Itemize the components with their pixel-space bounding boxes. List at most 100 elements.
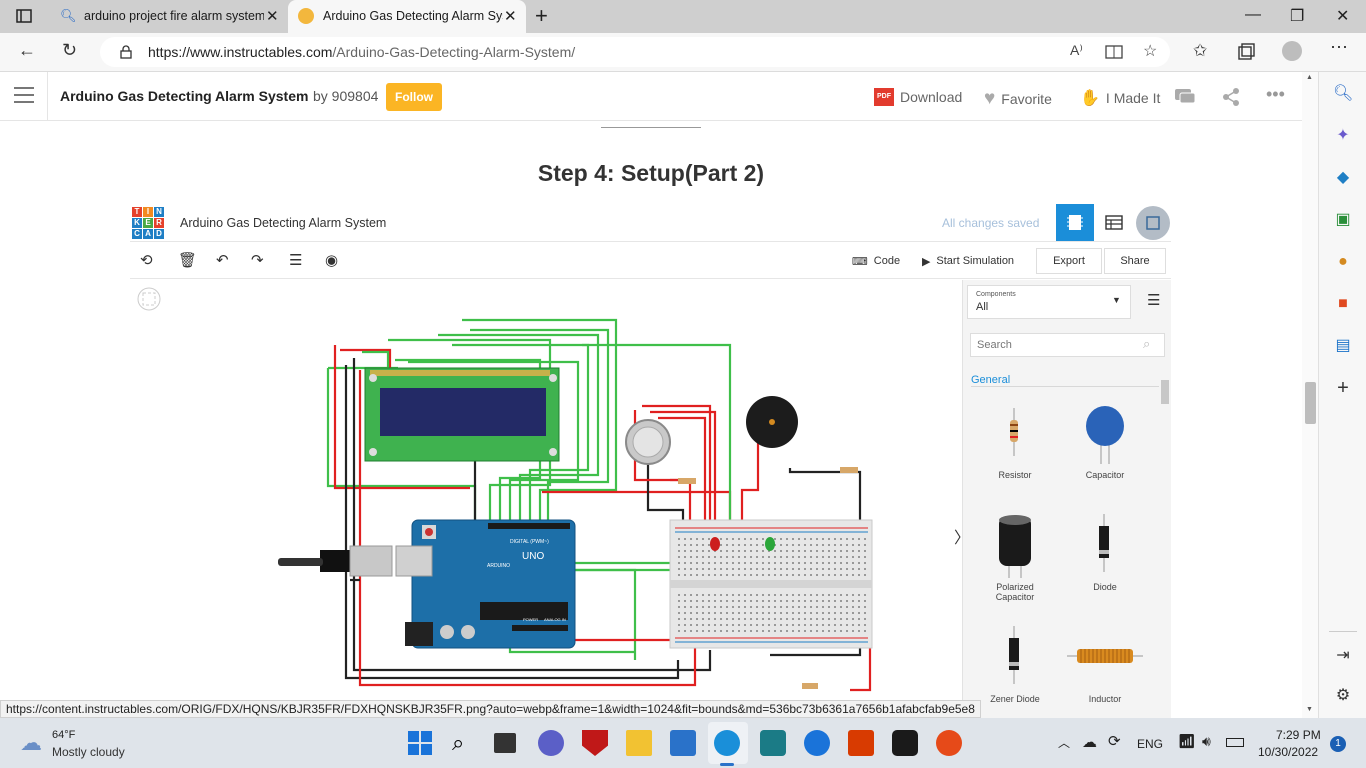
restore-button[interactable]: ❐ <box>1290 6 1304 26</box>
office-icon[interactable] <box>848 730 874 756</box>
author-byline[interactable]: by 909804 <box>313 88 378 104</box>
share-button[interactable]: Share <box>1104 248 1166 274</box>
tools-icon[interactable]: ▣ <box>1333 210 1353 230</box>
language-indicator[interactable]: ENG <box>1137 737 1163 751</box>
temperature[interactable]: 64°F <box>52 729 75 741</box>
panel-scrollbar[interactable] <box>1161 380 1169 404</box>
app-icon[interactable] <box>760 730 786 756</box>
teams-chat-icon[interactable] <box>538 730 564 756</box>
notification-badge[interactable]: 1 <box>1330 736 1346 752</box>
more-options-icon[interactable]: ••• <box>1266 84 1285 105</box>
windows-start-icon[interactable] <box>407 730 433 756</box>
add-icon[interactable]: + <box>1333 378 1353 398</box>
redo-icon[interactable]: ↷ <box>251 251 264 269</box>
hide-sidebar-icon[interactable]: ⇥ <box>1333 646 1353 666</box>
settings-icon[interactable]: ⚙ <box>1333 686 1353 706</box>
page-scrollbar[interactable]: ▲ ▼ <box>1302 72 1318 718</box>
edge-browser-icon[interactable] <box>714 730 740 756</box>
components-list-icon[interactable] <box>1105 215 1123 230</box>
onedrive-icon[interactable]: ☁ <box>1082 733 1097 751</box>
clock-date[interactable]: 10/30/2022 <box>1258 745 1318 759</box>
url-box[interactable]: https://www.instructables.com/Arduino-Ga… <box>100 37 1170 67</box>
chevron-up-icon[interactable]: ︿ <box>1058 734 1070 751</box>
firefox-icon[interactable] <box>936 730 962 756</box>
battery-icon[interactable] <box>1226 738 1244 747</box>
new-tab-button[interactable]: + <box>535 3 548 29</box>
close-tab-icon[interactable]: ✕ <box>266 7 279 25</box>
part-zener-diode[interactable]: Zener Diode <box>983 626 1047 712</box>
undo-icon[interactable]: ↶ <box>216 251 229 269</box>
scroll-thumb[interactable] <box>1305 382 1316 424</box>
shopping-icon[interactable]: ◆ <box>1333 168 1353 188</box>
export-button[interactable]: Export <box>1036 248 1102 274</box>
tab-actions-icon[interactable] <box>16 9 32 23</box>
rotate-icon[interactable]: ⟲ <box>140 251 153 269</box>
file-explorer-icon[interactable] <box>626 730 652 756</box>
i-made-it-button[interactable]: ✋ I Made It <box>1080 88 1160 108</box>
part-resistor[interactable]: Resistor <box>983 402 1047 488</box>
tab-active[interactable]: Arduino Gas Detecting Alarm Sys ✕ <box>288 0 526 33</box>
user-avatar[interactable] <box>1136 206 1170 240</box>
part-inductor[interactable]: Inductor <box>1067 626 1143 712</box>
tips-icon[interactable] <box>804 730 830 756</box>
url-host: https://www.instructables.com <box>148 44 333 60</box>
collections-icon[interactable] <box>1237 43 1255 61</box>
search-icon[interactable]: ⌕ <box>452 730 478 756</box>
comments-icon[interactable] <box>1174 88 1196 106</box>
part-capacitor[interactable]: Capacitor <box>1073 402 1137 488</box>
start-simulation-button[interactable]: ▶ Start Simulation <box>912 248 1024 274</box>
circuit-view-button[interactable] <box>1056 204 1094 241</box>
clock-time[interactable]: 7:29 PM <box>1276 728 1321 742</box>
tinkercad-header: TIN KER CAD Arduino Gas Detecting Alarm … <box>130 202 1171 242</box>
sync-icon[interactable]: ⟳ <box>1108 732 1121 750</box>
weather-text[interactable]: Mostly cloudy <box>52 745 125 759</box>
favorite-button[interactable]: ♥ Favorite <box>984 88 1052 110</box>
step-title: Step 4: Setup(Part 2) <box>537 160 765 186</box>
mcafee-icon[interactable] <box>582 730 608 756</box>
search-field[interactable]: Search ⌕ <box>970 333 1165 357</box>
close-window-button[interactable]: ✕ <box>1336 6 1349 26</box>
circuit-canvas[interactable]: UNO ARDUINO DIGITAL (PWM~) POWER ANALOG … <box>130 280 970 718</box>
wifi-icon[interactable]: 📶︎ <box>1178 733 1196 750</box>
share-icon[interactable] <box>1222 88 1240 106</box>
project-title[interactable]: Arduino Gas Detecting Alarm System <box>60 88 308 104</box>
outlook-icon[interactable]: ▤ <box>1333 336 1353 356</box>
polarized-capacitor-icon <box>999 515 1031 578</box>
follow-button[interactable]: Follow <box>386 83 442 111</box>
back-icon[interactable]: ← <box>18 40 36 61</box>
task-view-icon[interactable] <box>494 733 516 753</box>
visibility-icon[interactable]: ◉ <box>325 251 338 269</box>
general-category[interactable]: General <box>971 374 1010 386</box>
list-view-icon[interactable]: ☰ <box>1147 291 1160 309</box>
minimize-button[interactable]: — <box>1245 6 1261 24</box>
add-favorite-icon[interactable]: ☆ <box>1143 41 1157 61</box>
part-diode[interactable]: Diode <box>1073 514 1137 600</box>
weather-icon[interactable]: ☁ <box>20 730 42 756</box>
close-tab-icon[interactable]: ✕ <box>504 7 517 25</box>
favorites-icon[interactable]: ✩ <box>1193 41 1207 61</box>
more-icon[interactable]: ⋯ <box>1330 37 1348 58</box>
notes-icon[interactable]: ☰ <box>289 251 302 269</box>
status-url: https://content.instructables.com/ORIG/F… <box>0 700 981 718</box>
menu-icon[interactable] <box>14 87 34 103</box>
delete-icon[interactable]: 🗑︎ <box>178 251 197 269</box>
volume-icon[interactable]: 🔊︎ <box>1202 733 1211 750</box>
discover-icon[interactable]: ✦ <box>1333 126 1353 146</box>
immersive-reader-icon[interactable] <box>1105 44 1123 60</box>
scroll-up-arrow[interactable]: ▲ <box>1306 74 1313 81</box>
download-button[interactable]: PDF Download <box>874 88 962 106</box>
creative-cloud-icon[interactable] <box>892 730 918 756</box>
tab-search[interactable]: 🔍︎ arduino project fire alarm system ✕ <box>50 0 285 33</box>
part-polarized-capacitor[interactable]: Polarized Capacitor <box>983 514 1047 604</box>
profile-avatar[interactable] <box>1282 41 1302 61</box>
refresh-icon[interactable]: ↻ <box>62 40 77 61</box>
office-icon[interactable]: ■ <box>1333 294 1353 314</box>
search-icon[interactable]: 🔍︎ <box>1333 84 1353 104</box>
read-aloud-icon[interactable]: A⁾ <box>1070 42 1083 59</box>
scroll-down-arrow[interactable]: ▼ <box>1306 706 1313 713</box>
code-button[interactable]: ⌨ Code <box>844 248 908 274</box>
components-dropdown[interactable]: Components All ▼ <box>967 285 1131 319</box>
tinkercad-screenshot[interactable]: TIN KER CAD Arduino Gas Detecting Alarm … <box>130 202 1171 718</box>
store-icon[interactable] <box>670 730 696 756</box>
games-icon[interactable]: ● <box>1333 252 1353 272</box>
